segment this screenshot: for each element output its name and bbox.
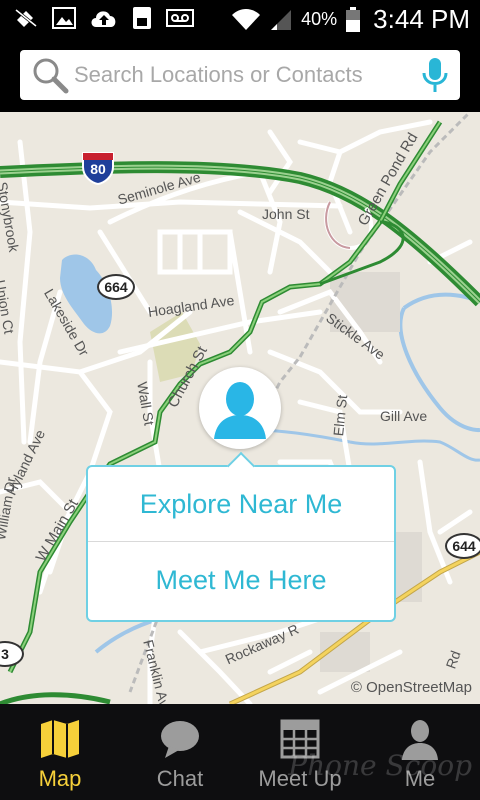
interstate-shield: 80	[80, 149, 116, 186]
tab-meet-up[interactable]: Meet Up	[240, 704, 360, 800]
route-shield: 664	[97, 274, 135, 300]
sim-icon	[133, 7, 151, 29]
location-action-popup: Explore Near Me Meet Me Here	[86, 451, 396, 622]
tab-chat-label: Chat	[156, 766, 204, 791]
tab-me-label: Me	[404, 766, 436, 791]
signal-icon	[271, 9, 292, 30]
map-attribution[interactable]: © OpenStreetMap	[351, 679, 472, 696]
popup-divider	[88, 541, 394, 542]
search-bar-container	[0, 38, 480, 112]
upload-icon	[91, 11, 116, 27]
wifi-icon	[232, 8, 261, 30]
notifications-off-icon	[15, 8, 37, 28]
calendar-icon	[280, 719, 320, 759]
search-icon	[33, 58, 69, 94]
chat-icon	[161, 721, 199, 758]
user-location-pin[interactable]	[199, 367, 281, 449]
tab-map[interactable]: Map	[0, 704, 120, 800]
interstate-number: 80	[90, 161, 106, 177]
map-icon	[41, 720, 79, 758]
tab-meet-up-label: Meet Up	[258, 766, 342, 791]
route-shield: 644	[445, 533, 480, 559]
tab-map-label: Map	[38, 766, 82, 791]
street-label: Gill Ave	[380, 408, 428, 424]
notification-icons	[14, 6, 194, 30]
image-icon	[52, 7, 76, 29]
battery-percentage: 40%	[301, 9, 338, 29]
tab-chat[interactable]: Chat	[120, 704, 240, 800]
search-bar[interactable]	[20, 50, 460, 100]
tab-me[interactable]: Me	[360, 704, 480, 800]
person-icon	[402, 720, 438, 760]
clock: 3:44 PM	[373, 4, 470, 34]
status-bar: 40% 3:44 PM	[0, 0, 480, 38]
explore-near-me-button[interactable]: Explore Near Me	[88, 467, 394, 541]
battery-icon	[346, 6, 361, 32]
search-input[interactable]	[74, 62, 414, 88]
bottom-navigation: Map Chat Meet Up Me Phone Scoop	[0, 704, 480, 800]
voicemail-icon	[166, 9, 194, 27]
mic-icon[interactable]	[420, 55, 450, 95]
person-icon	[214, 382, 266, 439]
meet-me-here-button[interactable]: Meet Me Here	[88, 543, 394, 617]
street-label: John St	[262, 206, 310, 222]
